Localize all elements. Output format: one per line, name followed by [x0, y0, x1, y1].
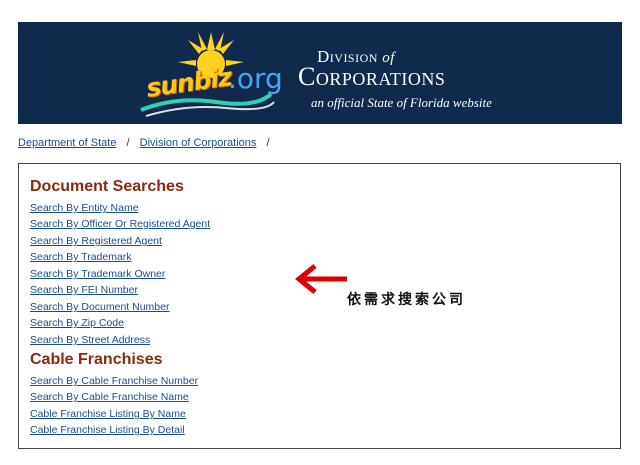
breadcrumb-department-of-state[interactable]: Department of State — [18, 137, 116, 149]
link-cable-franchise-listing-name[interactable]: Cable Franchise Listing By Name — [30, 408, 186, 420]
link-search-officer-registered-agent[interactable]: Search By Officer Or Registered Agent — [30, 218, 210, 230]
link-search-trademark-owner[interactable]: Search By Trademark Owner — [30, 268, 165, 280]
annotation-text: 依需求搜索公司 — [347, 292, 466, 308]
link-search-street-address[interactable]: Search By Street Address — [30, 334, 150, 346]
link-cable-franchise-listing-detail[interactable]: Cable Franchise Listing By Detail — [30, 424, 185, 436]
search-panel: Document Searches Search By Entity Name … — [18, 163, 621, 449]
link-search-fei-number[interactable]: Search By FEI Number — [30, 284, 138, 296]
link-search-trademark[interactable]: Search By Trademark — [30, 251, 132, 263]
header-banner: sunbiz .org Division of Corporations an … — [18, 22, 622, 124]
breadcrumb-division-of-corporations[interactable]: Division of Corporations — [140, 137, 257, 149]
corporations-title: Corporations — [298, 62, 446, 91]
breadcrumb: Department of State / Division of Corpor… — [18, 137, 277, 149]
link-search-entity-name[interactable]: Search By Entity Name — [30, 202, 139, 214]
link-search-document-number[interactable]: Search By Document Number — [30, 301, 169, 313]
link-search-registered-agent[interactable]: Search By Registered Agent — [30, 235, 162, 247]
sunbiz-logo[interactable]: sunbiz .org — [136, 28, 321, 120]
cable-franchises-heading: Cable Franchises — [30, 351, 163, 368]
breadcrumb-separator: / — [126, 137, 130, 149]
link-search-zip-code[interactable]: Search By Zip Code — [30, 317, 124, 329]
link-search-cable-franchise-number[interactable]: Search By Cable Franchise Number — [30, 375, 198, 387]
link-search-cable-franchise-name[interactable]: Search By Cable Franchise Name — [30, 391, 189, 403]
red-left-arrow-icon — [295, 264, 347, 294]
swoosh-icon — [140, 92, 275, 117]
document-searches-heading: Document Searches — [30, 178, 184, 195]
breadcrumb-separator: / — [266, 137, 270, 149]
banner-tagline: an official State of Florida website — [311, 95, 492, 110]
